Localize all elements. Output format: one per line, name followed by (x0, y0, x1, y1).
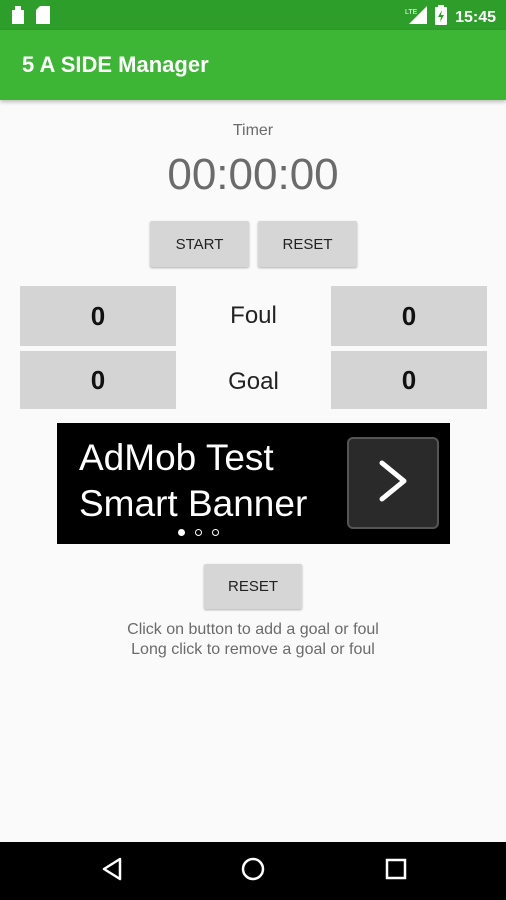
ad-arrow-button[interactable] (347, 437, 439, 529)
foul-label: Foul (230, 302, 277, 329)
timer-display: 00:00:00 (167, 150, 339, 199)
home-icon (240, 856, 266, 887)
recent-apps-icon (385, 858, 407, 885)
help-line-2: Long click to remove a goal or foul (131, 641, 375, 658)
back-icon (101, 857, 123, 886)
app-title: 5 A SIDE Manager (22, 52, 209, 77)
away-goal-button[interactable]: 0 (331, 351, 487, 409)
home-foul-button[interactable]: 0 (20, 286, 176, 346)
page-dot (212, 529, 219, 536)
goal-label: Goal (228, 368, 279, 395)
app-bar: 5 A SIDE Manager (0, 30, 506, 100)
battery-charging-icon (435, 5, 448, 30)
svg-text:LTE: LTE (405, 9, 418, 16)
lte-signal-icon: LTE (405, 6, 428, 29)
recent-apps-button[interactable] (383, 858, 409, 884)
home-button[interactable] (240, 856, 266, 887)
away-foul-button[interactable]: 0 (331, 286, 487, 346)
status-time: 15:45 (455, 8, 496, 26)
chevron-right-icon (376, 459, 410, 508)
start-button[interactable]: START (150, 221, 249, 267)
navigation-bar (0, 842, 506, 900)
reset-timer-button[interactable]: RESET (258, 221, 357, 267)
sd-card-icon (12, 6, 24, 29)
ad-page-indicator (178, 529, 219, 536)
home-goal-button[interactable]: 0 (20, 351, 176, 409)
help-line-1: Click on button to add a goal or foul (127, 621, 379, 638)
page-dot (195, 529, 202, 536)
page-dot-active (178, 529, 185, 536)
ad-line-2: Smart Banner (79, 483, 308, 524)
back-button[interactable] (99, 857, 125, 886)
sim-card-icon (36, 6, 50, 29)
ad-banner[interactable]: AdMob Test Smart Banner (57, 423, 450, 544)
status-bar: LTE 15:45 (0, 0, 506, 30)
timer-label: Timer (232, 122, 274, 139)
ad-line-1: AdMob Test (79, 437, 274, 478)
ad-text: AdMob Test Smart Banner (79, 435, 307, 527)
reset-score-button[interactable]: RESET (204, 564, 302, 609)
help-text: Click on button to add a goal or foul Lo… (0, 620, 506, 660)
